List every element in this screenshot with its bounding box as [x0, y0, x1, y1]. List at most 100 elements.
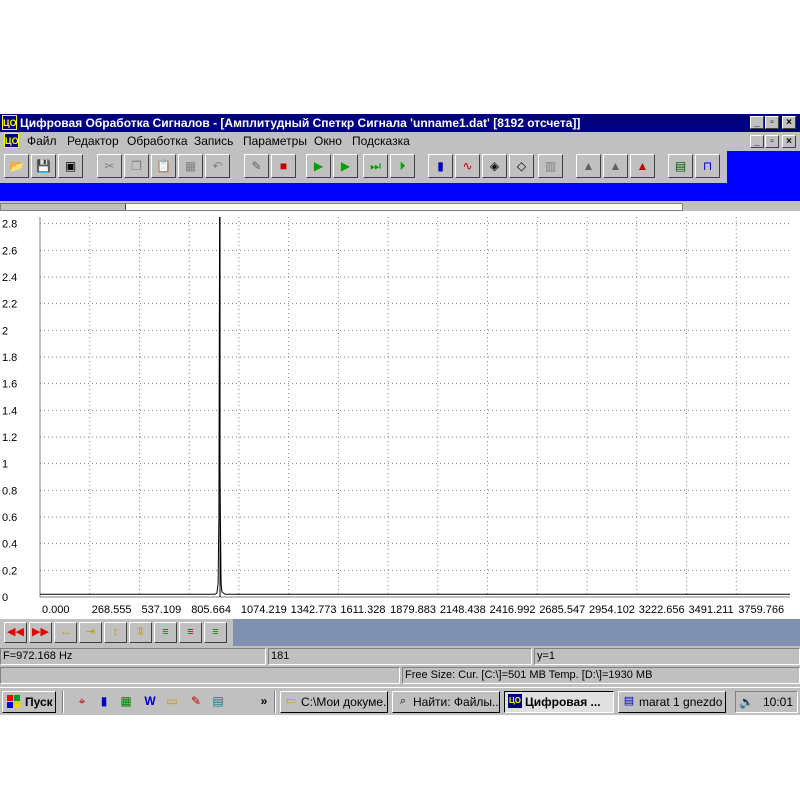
open-folder-icon[interactable]: 📂: [4, 154, 29, 178]
fit-width-icon[interactable]: ≡: [154, 622, 177, 643]
blue-band: [0, 183, 800, 201]
y-tick-label: 2: [2, 325, 8, 337]
y-tick-label: 0.6: [2, 512, 17, 524]
app-icon[interactable]: ЦО: [2, 115, 17, 130]
title-bar[interactable]: ЦО Цифровая Обработка Сигналов - [Амплит…: [0, 114, 800, 132]
spectrum-view-3-icon[interactable]: ▲: [630, 154, 655, 178]
y-tick-label: 1.6: [2, 379, 17, 391]
menu-help[interactable]: Подсказка: [352, 134, 410, 148]
menu-record[interactable]: Запись: [194, 134, 233, 148]
navigation-toolbar: ◀◀ ▶▶ ↔ ⇥ ↕ ⇕ ≡ ≡ ≡: [0, 619, 800, 646]
quicklaunch-book-icon[interactable]: ▮: [96, 693, 112, 709]
record-stop-icon[interactable]: ■: [271, 154, 296, 178]
x-tick-label: 2685.547: [539, 604, 585, 616]
square-wave-icon[interactable]: ⊓: [695, 154, 720, 178]
menu-processing[interactable]: Обработка: [127, 134, 188, 148]
toolbar-panel: 📂 💾 ▣ ✂ ❐ 📋 ▦ ↶ ✎ ■ ▶ ▶ ⏭ ⏵ ▮ ∿ ◈ ◇ ▥ ▲ …: [0, 151, 727, 183]
y-tick-label: 0: [2, 592, 8, 604]
document-icon[interactable]: ЦО: [4, 133, 19, 148]
histogram-icon[interactable]: ▥: [538, 154, 563, 178]
x-tick-label: 805.664: [191, 604, 231, 616]
play-loop-icon[interactable]: ⏵: [390, 154, 415, 178]
cut-icon[interactable]: ✂: [97, 154, 122, 178]
start-label: Пуск: [25, 695, 53, 709]
x-tick-label: 3491.211: [689, 604, 734, 616]
fit-height-icon[interactable]: ≡: [179, 622, 202, 643]
play-icon[interactable]: ▶: [306, 154, 331, 178]
clock[interactable]: 10:01: [763, 692, 793, 712]
filter-icon[interactable]: ◈: [482, 154, 507, 178]
doc-close-button[interactable]: ×: [782, 135, 796, 148]
spectrum-view-2-icon[interactable]: ▲: [603, 154, 628, 178]
scroll-right-fast-icon[interactable]: ▶▶: [29, 622, 52, 643]
task-signal-processing[interactable]: ЦО Цифровая ...: [504, 691, 614, 713]
task-find-files[interactable]: ⌕ Найти: Файлы...: [392, 691, 500, 713]
menu-file[interactable]: Файл: [27, 134, 57, 148]
paste-icon[interactable]: 📋: [151, 154, 176, 178]
quicklaunch-desktop-icon[interactable]: ⌖: [74, 693, 90, 709]
minimize-button[interactable]: _: [750, 116, 764, 129]
app-window: ЦО Цифровая Обработка Сигналов - [Амплит…: [0, 114, 800, 714]
zoom-x-in-icon[interactable]: ⇥: [79, 622, 102, 643]
reset-zoom-icon[interactable]: ≡: [204, 622, 227, 643]
quicklaunch-paint-icon[interactable]: ✎: [188, 693, 204, 709]
scroll-left-fast-icon[interactable]: ◀◀: [4, 622, 27, 643]
spectrum-icon[interactable]: ▮: [428, 154, 453, 178]
save-all-icon[interactable]: ▣: [58, 154, 83, 178]
zoom-x-out-icon[interactable]: ↔: [54, 622, 77, 643]
doc-restore-button[interactable]: ▫: [765, 135, 779, 148]
copy-icon[interactable]: ❐: [124, 154, 149, 178]
sine-wave-icon[interactable]: ∿: [455, 154, 480, 178]
status-free-size: Free Size: Cur. [C:\]=501 MB Temp. [D:\]…: [402, 667, 800, 684]
x-tick-label: 3759.766: [738, 604, 784, 616]
task-label: Цифровая ...: [525, 695, 601, 709]
mix-icon[interactable]: ▦: [178, 154, 203, 178]
window-title: Цифровая Обработка Сигналов - [Амплитудн…: [20, 116, 581, 130]
close-button[interactable]: ×: [782, 116, 796, 129]
taskbar-separator: [62, 691, 64, 713]
menu-editor[interactable]: Редактор: [67, 134, 119, 148]
maximize-button[interactable]: ▫: [765, 116, 779, 129]
task-label: C:\Мои докуме...: [301, 695, 388, 709]
task-label: marat 1 gnezdo ...: [639, 695, 725, 709]
quicklaunch-excel-icon[interactable]: ▦: [118, 693, 134, 709]
zoom-y-out-icon[interactable]: ↕: [104, 622, 127, 643]
x-tick-label: 2148.438: [440, 604, 486, 616]
y-tick-label: 1.4: [2, 405, 17, 417]
menu-window[interactable]: Окно: [314, 134, 342, 148]
y-tick-label: 0.8: [2, 485, 17, 497]
x-tick-label: 1342.773: [291, 604, 337, 616]
folder-icon: ▭: [285, 695, 297, 707]
microphone-icon[interactable]: ✎: [244, 154, 269, 178]
play-selection-icon[interactable]: ▶: [333, 154, 358, 178]
task-marat-document[interactable]: ▤ marat 1 gnezdo ...: [618, 691, 726, 713]
scrollbar-thumb[interactable]: [1, 204, 126, 210]
doc-minimize-button[interactable]: _: [750, 135, 764, 148]
x-tick-label: 537.109: [141, 604, 181, 616]
quicklaunch-folder-icon[interactable]: ▭: [164, 693, 180, 709]
oscilloscope-icon[interactable]: ▤: [668, 154, 693, 178]
status-y-value: y=1: [534, 648, 800, 665]
y-tick-label: 1.2: [2, 432, 17, 444]
toolbar: 📂 💾 ▣ ✂ ❐ 📋 ▦ ↶ ✎ ■ ▶ ▶ ⏭ ⏵ ▮ ∿ ◈ ◇ ▥ ▲ …: [0, 151, 800, 183]
save-icon[interactable]: 💾: [31, 154, 56, 178]
quicklaunch-more-chevron[interactable]: »: [256, 693, 272, 709]
system-tray: 🔈 10:01: [735, 691, 798, 713]
quicklaunch-word-icon[interactable]: W: [142, 693, 158, 709]
x-tick-label: 3222.656: [639, 604, 685, 616]
status-empty: [0, 667, 400, 684]
menu-parameters[interactable]: Параметры: [243, 134, 307, 148]
volume-icon[interactable]: 🔈: [739, 692, 754, 712]
spectrum-view-1-icon[interactable]: ▲: [576, 154, 601, 178]
magnifier-icon: ⌕: [399, 695, 407, 707]
horizontal-scrollbar[interactable]: [0, 203, 683, 211]
undo-icon[interactable]: ↶: [205, 154, 230, 178]
start-button[interactable]: Пуск: [2, 691, 56, 713]
spectrum-chart[interactable]: 2.8 2.6 2.4 2.2 2 1.8 1.6 1.4 1.2 1 0.8 0.6 0.4 0.2 0 0…: [0, 211, 800, 619]
transform-icon[interactable]: ◇: [509, 154, 534, 178]
task-my-documents[interactable]: ▭ C:\Мои докуме...: [280, 691, 388, 713]
document-icon: ▤: [623, 695, 635, 707]
play-to-end-icon[interactable]: ⏭: [363, 154, 388, 178]
quicklaunch-calculator-icon[interactable]: ▤: [210, 693, 226, 709]
zoom-y-in-icon[interactable]: ⇕: [129, 622, 152, 643]
